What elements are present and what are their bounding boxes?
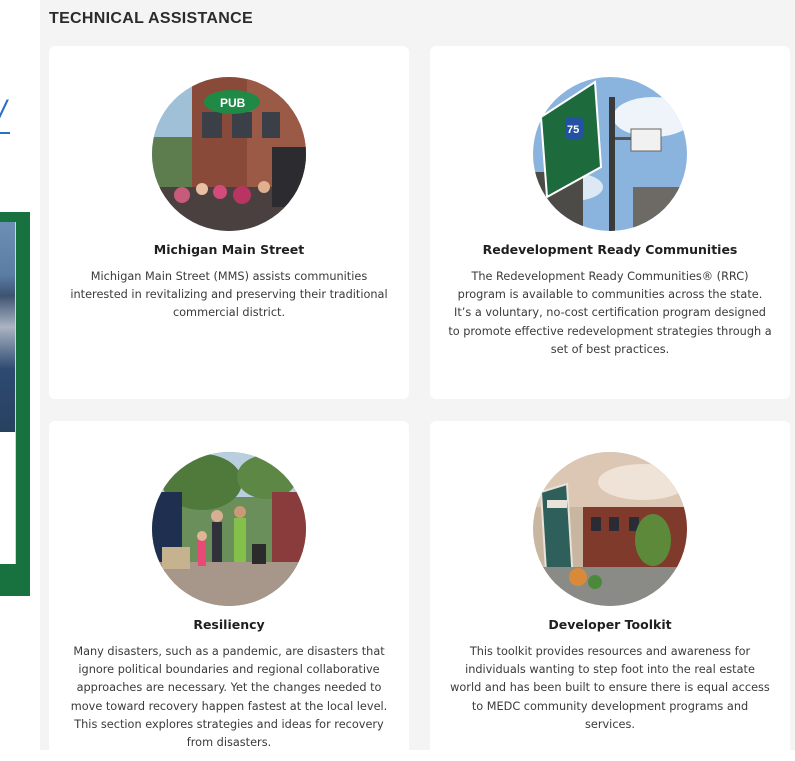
card-resiliency[interactable]: Resiliency Many disasters, such as a pan… bbox=[49, 421, 409, 761]
svg-text:PUB: PUB bbox=[220, 96, 246, 110]
card-redevelopment-ready-communities[interactable]: 75 Redevelopment Ready Communities The R… bbox=[430, 46, 790, 399]
card-description: Michigan Main Street (MMS) assists commu… bbox=[70, 270, 388, 320]
card-title: Redevelopment Ready Communities bbox=[482, 242, 738, 257]
card-description: Many disasters, such as a pandemic, are … bbox=[70, 645, 388, 750]
cutoff-promo-frame bbox=[0, 212, 30, 596]
cutoff-promo-card bbox=[0, 222, 16, 564]
card-description: This toolkit provides resources and awar… bbox=[450, 645, 770, 731]
section-title: TECHNICAL ASSISTANCE bbox=[49, 10, 253, 27]
card-michigan-main-street[interactable]: PUB Michigan Main Street Michigan Main S… bbox=[49, 46, 409, 399]
card-description: The Redevelopment Ready Communities® (RR… bbox=[448, 270, 772, 356]
main-street-storefront-photo[interactable]: PUB bbox=[152, 77, 306, 231]
technical-assistance-panel: TECHNICAL ASSISTANCE PUB Michigan Main S… bbox=[40, 0, 795, 761]
depot-town-street-photo[interactable] bbox=[533, 452, 687, 606]
highway-sign-bucket-truck-photo[interactable]: 75 bbox=[533, 77, 687, 231]
cutoff-promo-photo bbox=[0, 222, 15, 432]
downtown-sidewalk-family-photo[interactable] bbox=[152, 452, 306, 606]
cutoff-link-fragment[interactable]: / bbox=[0, 92, 12, 138]
svg-text:75: 75 bbox=[567, 124, 579, 136]
card-title: Resiliency bbox=[193, 617, 265, 632]
card-title: Developer Toolkit bbox=[548, 617, 672, 632]
card-developer-toolkit[interactable]: Developer Toolkit This toolkit provides … bbox=[430, 421, 790, 761]
card-title: Michigan Main Street bbox=[153, 242, 305, 257]
left-cutoff-column: / bbox=[0, 0, 40, 750]
